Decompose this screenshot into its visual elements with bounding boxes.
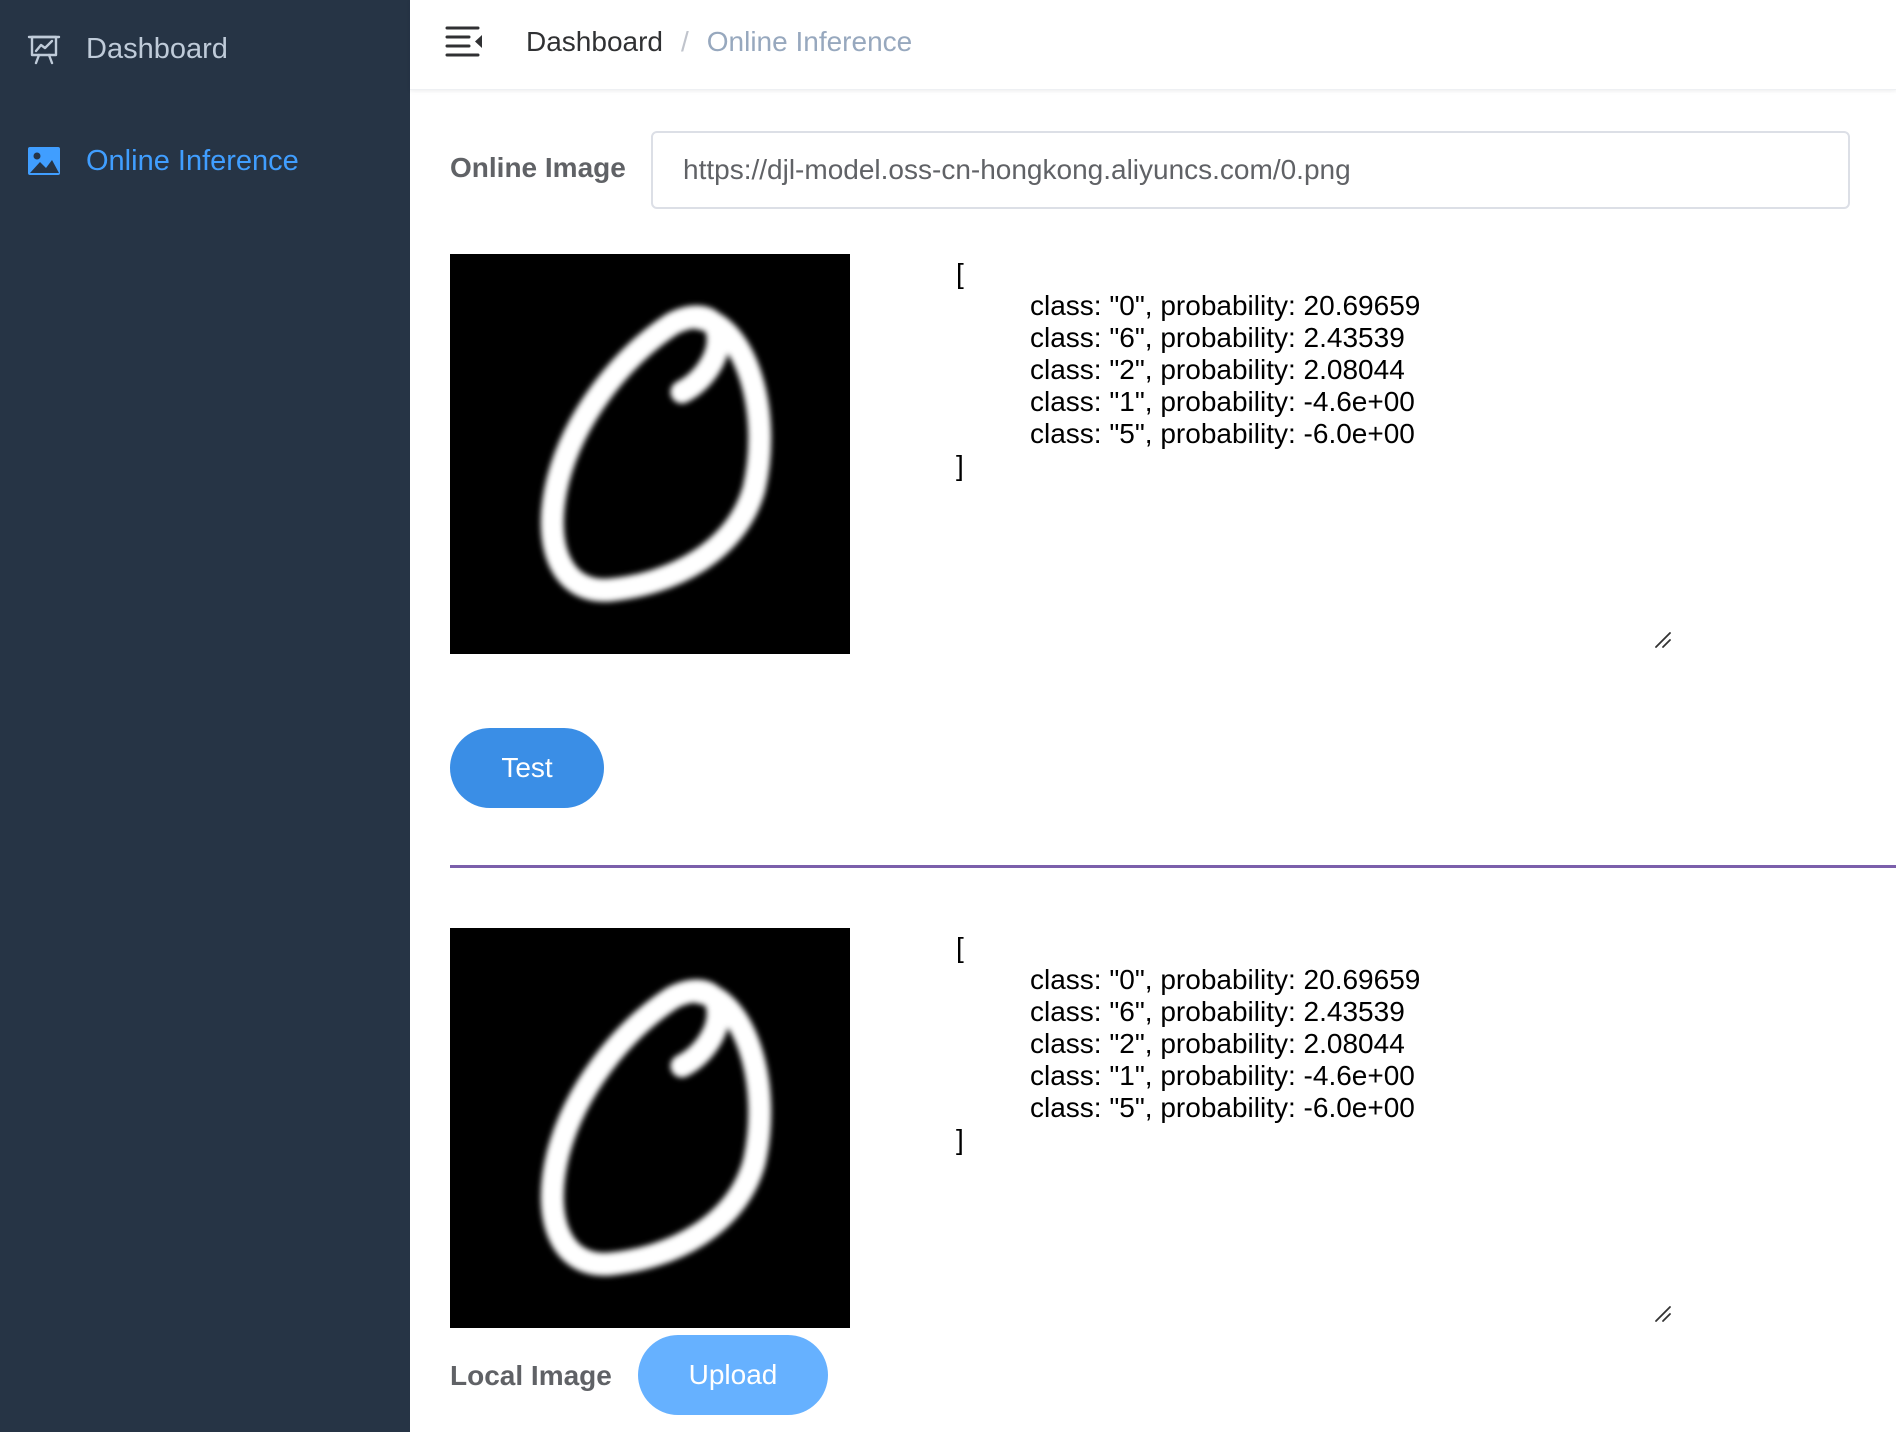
result-line: class: "5", probability: -6.0e+00 [1030, 1092, 1415, 1123]
local-result-textarea[interactable]: [ class: "0", probability: 20.69659 clas… [946, 932, 1696, 1322]
result-line: class: "0", probability: 20.69659 [1030, 964, 1421, 995]
sidebar-item-online-inference[interactable]: Online Inference [0, 126, 410, 196]
image-url-input[interactable] [651, 131, 1850, 209]
breadcrumb-separator: / [680, 26, 689, 57]
result-line: class: "1", probability: -4.6e+00 [1030, 386, 1415, 417]
sidebar: Dashboard Online Inference [0, 0, 410, 1432]
result-close-bracket: ] [956, 1124, 964, 1155]
result-line: class: "1", probability: -4.6e+00 [1030, 1060, 1415, 1091]
local-image-label: Local Image [450, 1360, 612, 1391]
result-line: class: "0", probability: 20.69659 [1030, 290, 1421, 321]
result-line: class: "5", probability: -6.0e+00 [1030, 418, 1415, 449]
result-open-bracket: [ [956, 258, 964, 289]
sidebar-item-label: Online Inference [86, 144, 299, 177]
local-image-preview [450, 928, 850, 1328]
resize-handle-icon[interactable] [1652, 1300, 1674, 1322]
online-result-textarea[interactable]: [ class: "0", probability: 20.69659 clas… [946, 258, 1696, 648]
breadcrumb: Dashboard / Online Inference [526, 22, 912, 62]
online-image-preview [450, 254, 850, 654]
top-navbar: Dashboard / Online Inference [410, 0, 1896, 90]
test-button[interactable]: Test [450, 728, 604, 808]
breadcrumb-home[interactable]: Dashboard [526, 26, 663, 58]
result-line: class: "6", probability: 2.43539 [1030, 996, 1405, 1027]
online-image-label: Online Image [450, 152, 626, 183]
sidebar-item-dashboard[interactable]: Dashboard [0, 14, 410, 84]
resize-handle-icon[interactable] [1652, 626, 1674, 648]
section-divider [450, 865, 1896, 868]
upload-button[interactable]: Upload [638, 1335, 828, 1415]
sidebar-item-label: Dashboard [86, 32, 228, 65]
result-open-bracket: [ [956, 932, 964, 963]
result-line: class: "6", probability: 2.43539 [1030, 322, 1405, 353]
app: Dashboard Online Inference Dashboard / O… [0, 0, 1896, 1432]
result-close-bracket: ] [956, 450, 964, 481]
hamburger-icon[interactable] [444, 24, 484, 58]
breadcrumb-current: Online Inference [706, 26, 913, 57]
result-line: class: "2", probability: 2.08044 [1030, 354, 1405, 385]
image-icon [26, 143, 62, 179]
result-line: class: "2", probability: 2.08044 [1030, 1028, 1405, 1059]
presentation-chart-icon [26, 31, 62, 67]
